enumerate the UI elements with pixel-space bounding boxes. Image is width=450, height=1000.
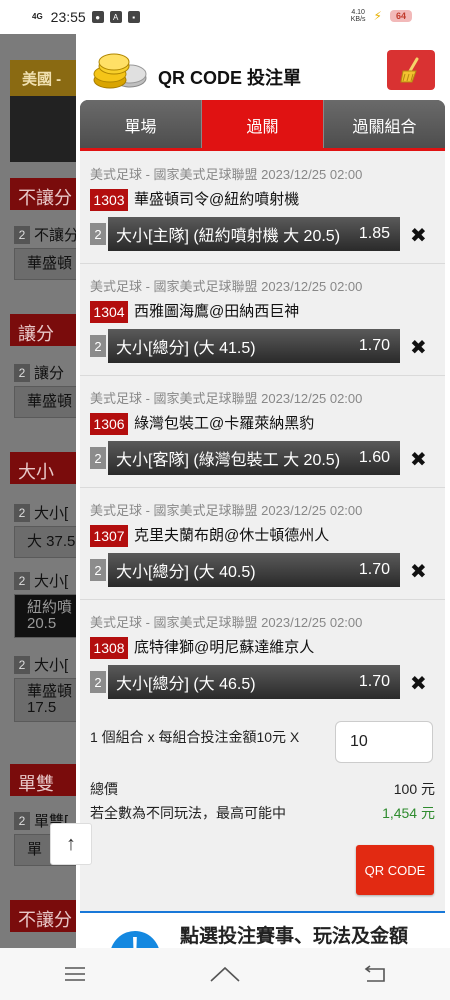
- total-value: 100 元: [393, 781, 435, 797]
- match-teams: 西雅圖海鷹@田納西巨神: [134, 303, 300, 320]
- match-code: 1307: [90, 525, 128, 547]
- max-win-value: 1,454 元: [382, 805, 435, 821]
- arrow-up-icon: ↑: [66, 832, 76, 855]
- market-row: 2 不讓分: [14, 224, 79, 245]
- charging-icon: ⚡: [373, 9, 382, 23]
- odds: 1.60: [358, 449, 390, 466]
- info-icon: !: [110, 931, 160, 948]
- market-row: 2 大小[: [14, 502, 68, 523]
- match-code: 1303: [90, 189, 128, 211]
- bet-item: 美式足球 - 國家美式足球聯盟 2023/12/25 02:00 1303 華盛…: [80, 151, 445, 264]
- network-speed: 4.10 KB/s: [350, 9, 366, 23]
- broom-icon: [400, 57, 419, 83]
- battery-level: 64: [389, 10, 412, 22]
- scroll-to-top-button[interactable]: ↑: [50, 823, 92, 865]
- match-teams: 華盛頓司令@紐約噴射機: [134, 191, 300, 208]
- bet-league: 美式足球 - 國家美式足球聯盟 2023/12/25 02:00: [90, 391, 363, 406]
- app-notification-icon: ●: [91, 11, 104, 23]
- bet-league: 美式足球 - 國家美式足球聯盟 2023/12/25 02:00: [90, 503, 363, 518]
- bet-amount-input[interactable]: [335, 721, 433, 763]
- bet-item: 美式足球 - 國家美式足球聯盟 2023/12/25 02:00 1306 綠灣…: [80, 375, 445, 488]
- bet-item: 美式足球 - 國家美式足球聯盟 2023/12/25 02:00 1307 克里…: [80, 487, 445, 600]
- match-teams: 底特律獅@明尼蘇達維京人: [134, 639, 315, 656]
- market-row: 2 大小[: [14, 654, 68, 675]
- odds: 1.70: [358, 673, 390, 690]
- system-nav-bar: [0, 948, 450, 1000]
- remove-bet-icon[interactable]: ✖: [410, 671, 427, 696]
- ai-notification-icon: A: [109, 11, 122, 23]
- qr-code-button[interactable]: QR CODE: [356, 845, 434, 895]
- bet-item: 美式足球 - 國家美式足球聯盟 2023/12/25 02:00 1304 西雅…: [80, 263, 445, 376]
- remove-bet-icon[interactable]: ✖: [410, 559, 427, 584]
- remove-bet-icon[interactable]: ✖: [410, 447, 427, 472]
- tab-single[interactable]: 單場: [80, 100, 202, 149]
- back-icon: [364, 965, 385, 982]
- bet-league: 美式足球 - 國家美式足球聯盟 2023/12/25 02:00: [90, 615, 363, 630]
- bet-list: 美式足球 - 國家美式足球聯盟 2023/12/25 02:00 1303 華盛…: [80, 151, 445, 941]
- clock: 23:55: [50, 9, 86, 25]
- bet-slip-panel: QR CODE 投注單 單場 過關 過關組合 美式足球 - 國家美式足球聯盟 2…: [76, 34, 450, 948]
- match-code: 1304: [90, 301, 128, 323]
- tab-parlay[interactable]: 過關: [202, 100, 324, 149]
- info-text: 點選投注賽事、玩法及金額: [180, 926, 409, 947]
- bet-selection[interactable]: 大小[客隊] (綠灣包裝工 大 20.5) 1.60: [108, 441, 400, 475]
- remove-bet-icon[interactable]: ✖: [410, 223, 427, 248]
- bet-count-badge: 2: [90, 559, 106, 581]
- network-indicator: 4G: [32, 12, 43, 21]
- status-bar: 4G 23:55 ● A ▪ 4.10 KB/s ⚡ 64: [0, 0, 450, 34]
- menu-nav-button[interactable]: [45, 954, 105, 994]
- match-code: 1308: [90, 637, 128, 659]
- bet-league: 美式足球 - 國家美式足球聯盟 2023/12/25 02:00: [90, 167, 363, 182]
- back-nav-button[interactable]: [345, 954, 405, 994]
- bet-selection[interactable]: 大小[總分] (大 40.5) 1.70: [108, 553, 400, 587]
- market-row: 2 讓分: [14, 362, 64, 383]
- odds: 1.70: [358, 561, 390, 578]
- max-win-label: 若全數為不同玩法，最高可能中: [90, 805, 286, 821]
- odds: 1.85: [358, 225, 390, 242]
- panel-header: QR CODE 投注單: [76, 34, 450, 104]
- home-nav-button[interactable]: [195, 954, 255, 994]
- market-row: 2 大小[: [14, 570, 68, 591]
- tab-parlay-combination[interactable]: 過關組合: [324, 100, 445, 149]
- bet-type-tabs: 單場 過關 過關組合: [80, 100, 445, 149]
- clear-all-button[interactable]: [387, 50, 435, 90]
- bet-item: 美式足球 - 國家美式足球聯盟 2023/12/25 02:00 1308 底特…: [80, 599, 445, 712]
- menu-icon: [65, 967, 85, 981]
- bet-count-badge: 2: [90, 223, 106, 245]
- remove-bet-icon[interactable]: ✖: [410, 335, 427, 360]
- odds: 1.70: [358, 337, 390, 354]
- bet-count-badge: 2: [90, 335, 106, 357]
- coins-icon: [93, 53, 147, 89]
- match-code: 1306: [90, 413, 128, 435]
- total-label: 總價: [90, 781, 118, 797]
- bet-selection[interactable]: 大小[主隊] (紐約噴射機 大 20.5) 1.85: [108, 217, 400, 251]
- info-banner: ! 點選投注賽事、玩法及金額: [80, 911, 445, 948]
- match-teams: 克里夫蘭布朗@休士頓德州人: [134, 527, 330, 544]
- panel-title: QR CODE 投注單: [158, 68, 302, 88]
- bet-count-badge: 2: [90, 447, 106, 469]
- home-icon: [210, 966, 240, 982]
- bet-summary: 1 個組合 x 每組合投注金額10元 X 總價 100 元 若全數為不同玩法，最…: [80, 711, 445, 941]
- match-teams: 綠灣包裝工@卡羅萊納黑豹: [134, 415, 315, 432]
- bet-selection[interactable]: 大小[總分] (大 46.5) 1.70: [108, 665, 400, 699]
- bet-count-badge: 2: [90, 671, 106, 693]
- bet-league: 美式足球 - 國家美式足球聯盟 2023/12/25 02:00: [90, 279, 363, 294]
- bet-selection[interactable]: 大小[總分] (大 41.5) 1.70: [108, 329, 400, 363]
- media-notification-icon: ▪: [127, 11, 140, 23]
- combination-text: 1 個組合 x 每組合投注金額10元 X: [90, 729, 300, 745]
